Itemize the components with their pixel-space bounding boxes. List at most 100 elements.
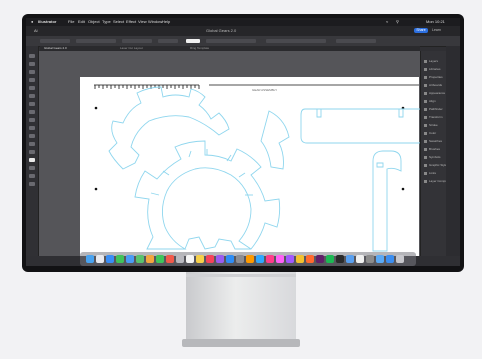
home-button[interactable]: Ai <box>34 28 38 33</box>
reminders-icon[interactable] <box>186 255 194 263</box>
trash-icon[interactable] <box>396 255 404 263</box>
clock[interactable]: Mon 10:21 <box>426 18 445 26</box>
maps-icon[interactable] <box>136 255 144 263</box>
launchpad-icon[interactable] <box>96 255 104 263</box>
opacity-control[interactable] <box>122 39 152 43</box>
eraser-tool-icon[interactable] <box>29 134 35 138</box>
textedit-icon[interactable] <box>356 255 364 263</box>
panel-item-layer-comps[interactable]: Layer Comps <box>424 179 447 183</box>
pen-tool-icon[interactable] <box>29 78 35 82</box>
document-title: Global Gears 2.0 <box>206 28 237 33</box>
panel-item-links[interactable]: Links <box>424 171 436 175</box>
finder-icon[interactable] <box>86 255 94 263</box>
direct-selection-tool-icon[interactable] <box>29 62 35 66</box>
figma-icon[interactable] <box>286 255 294 263</box>
menu-object[interactable]: Object <box>88 18 100 26</box>
magic-wand-tool-icon[interactable] <box>29 70 35 74</box>
contacts-icon[interactable] <box>176 255 184 263</box>
curvature-tool-icon[interactable] <box>29 86 35 90</box>
pencil-tool-icon[interactable] <box>29 126 35 130</box>
menu-file[interactable]: File <box>68 18 74 26</box>
selection-tool-icon[interactable] <box>29 54 35 58</box>
hand-tool-icon[interactable] <box>29 174 35 178</box>
stroke-icon[interactable] <box>29 166 35 170</box>
panel-item-layers[interactable]: Layers <box>424 59 438 63</box>
photos-icon[interactable] <box>146 255 154 263</box>
panel-item-graphic-styles[interactable]: Graphic Styles <box>424 163 449 167</box>
indesign-icon[interactable] <box>266 255 274 263</box>
panel-item-properties[interactable]: Properties <box>424 75 443 79</box>
panel-item-artboards[interactable]: Artboards <box>424 83 442 87</box>
appstore-icon[interactable] <box>226 255 234 263</box>
terminal-icon[interactable] <box>336 255 344 263</box>
messages-icon[interactable] <box>116 255 124 263</box>
search-icon[interactable]: ⚲ <box>396 18 399 26</box>
registration-mark <box>94 187 98 191</box>
paintbrush-tool-icon[interactable] <box>29 118 35 122</box>
line-tool-icon[interactable] <box>29 102 35 106</box>
folder-icon[interactable] <box>376 255 384 263</box>
tab-global-gears[interactable]: Global Gears 2.0 <box>44 47 67 50</box>
slack-icon[interactable] <box>316 255 324 263</box>
rotate-tool-icon[interactable] <box>29 142 35 146</box>
safari-icon[interactable] <box>106 255 114 263</box>
fill-stroke-control[interactable] <box>40 39 70 43</box>
app-menu[interactable]: Illustrator <box>38 18 56 26</box>
wifi-icon[interactable]: ≈ <box>386 18 388 26</box>
artboard-label: GEAR ASSEMBLY <box>252 88 277 92</box>
spotify-icon[interactable] <box>326 255 334 263</box>
calendar-icon[interactable] <box>166 255 174 263</box>
panel-item-brushes[interactable]: Brushes <box>424 147 440 151</box>
screen: ● Illustrator File Edit Object Type Sele… <box>26 18 460 266</box>
downloads-icon[interactable] <box>386 255 394 263</box>
arrange-control[interactable] <box>336 39 376 43</box>
music-icon[interactable] <box>206 255 214 263</box>
panel-item-stroke[interactable]: Stroke <box>424 123 438 127</box>
panel-item-color[interactable]: Color <box>424 131 436 135</box>
menu-help[interactable]: Help <box>162 18 170 26</box>
tab-ring-template[interactable]: Ring Template <box>190 47 209 50</box>
menu-window[interactable]: Window <box>148 18 162 26</box>
notes-icon[interactable] <box>196 255 204 263</box>
xd-icon[interactable] <box>276 255 284 263</box>
tab-laser-cut-layout[interactable]: Laser Cut Layout <box>120 47 143 50</box>
menu-edit[interactable]: Edit <box>78 18 85 26</box>
mail-icon[interactable] <box>126 255 134 263</box>
stroke-weight-control[interactable] <box>76 39 116 43</box>
fill-icon[interactable] <box>29 158 35 162</box>
scale-tool-icon[interactable] <box>29 150 35 154</box>
learn-button[interactable]: Learn <box>432 28 441 32</box>
podcasts-icon[interactable] <box>216 255 224 263</box>
facetime-icon[interactable] <box>156 255 164 263</box>
illustrator-icon[interactable] <box>246 255 254 263</box>
canvas-area[interactable]: GEAR ASSEMBLY <box>39 51 426 256</box>
panel-item-transform[interactable]: Transform <box>424 115 443 119</box>
share-button[interactable]: Share <box>414 28 428 33</box>
panel-item-appearance[interactable]: Appearance <box>424 91 445 95</box>
preview-icon[interactable] <box>346 255 354 263</box>
transform-control[interactable] <box>266 39 326 43</box>
menu-select[interactable]: Select <box>113 18 124 26</box>
zoom-tool-icon[interactable] <box>29 182 35 186</box>
align-control[interactable] <box>206 39 256 43</box>
panel-item-libraries[interactable]: Libraries <box>424 67 441 71</box>
panel-item-align[interactable]: Align <box>424 99 436 103</box>
type-tool-icon[interactable] <box>29 94 35 98</box>
menu-view[interactable]: View <box>138 18 147 26</box>
menu-type[interactable]: Type <box>102 18 111 26</box>
panel-item-pathfinder[interactable]: Pathfinder <box>424 107 443 111</box>
settings-icon[interactable] <box>236 255 244 263</box>
rectangle-tool-icon[interactable] <box>29 110 35 114</box>
chrome-icon[interactable] <box>296 255 304 263</box>
firefox-icon[interactable] <box>306 255 314 263</box>
color-swatch[interactable] <box>186 39 200 43</box>
artboard[interactable] <box>80 77 419 256</box>
apple-menu-icon[interactable]: ● <box>31 18 33 26</box>
menu-bar: ● Illustrator File Edit Object Type Sele… <box>26 18 460 26</box>
panel-item-swatches[interactable]: Swatches <box>424 139 442 143</box>
calculator-icon[interactable] <box>366 255 374 263</box>
panel-item-symbols[interactable]: Symbols <box>424 155 441 159</box>
photoshop-icon[interactable] <box>256 255 264 263</box>
style-control[interactable] <box>158 39 178 43</box>
menu-effect[interactable]: Effect <box>126 18 136 26</box>
